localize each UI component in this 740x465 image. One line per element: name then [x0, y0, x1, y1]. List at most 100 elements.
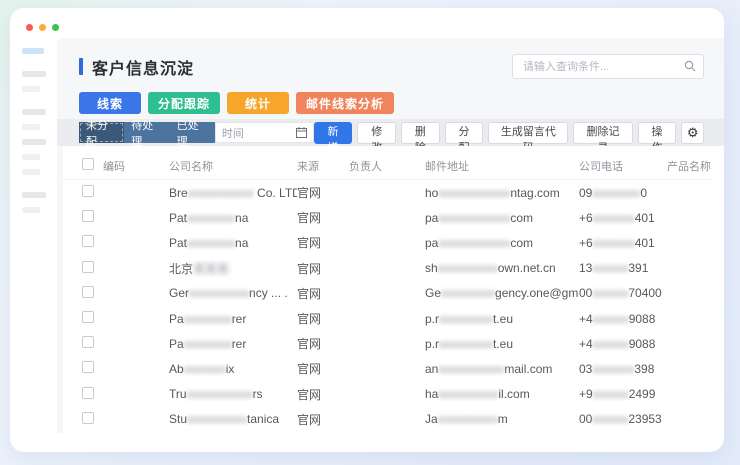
action-button-5[interactable]: 操作	[637, 121, 677, 154]
row-checkbox[interactable]	[82, 386, 94, 399]
sidebar-item-placeholder[interactable]	[22, 109, 46, 115]
redacted-text: xxxxxxxx	[187, 235, 236, 250]
redacted-text: xxxxxxxxxx	[437, 261, 498, 276]
status-filter-0[interactable]: 未分配	[79, 120, 125, 148]
phone-cell: +4xxxxxx9088	[579, 312, 667, 326]
select-all-checkbox[interactable]	[82, 158, 94, 170]
row-checkbox[interactable]	[82, 210, 94, 223]
sidebar-item-placeholder[interactable]	[22, 71, 46, 77]
table-row[interactable]: Paxxxxxxxxrer 官网 p.rxxxxxxxxxt.eu +4xxxxxx9…	[63, 331, 712, 356]
traffic-lights	[26, 24, 59, 31]
date-filter-input[interactable]: 时间	[214, 122, 314, 143]
action-button-3[interactable]: 生成留言代码	[488, 121, 569, 154]
search-input[interactable]	[512, 54, 704, 79]
source-cell: 官网	[297, 236, 322, 251]
action-button-0[interactable]: 修改	[357, 121, 397, 154]
tab-0[interactable]: 线索	[79, 92, 141, 114]
row-checkbox[interactable]	[82, 361, 94, 374]
minimize-window-icon[interactable]	[39, 24, 46, 31]
table-row[interactable]: Patxxxxxxxxna 官网 paxxxxxxxxxxxxcom +6xxxxxx…	[63, 205, 712, 230]
company-name-cell: Patxxxxxxxxna	[169, 211, 297, 225]
table-row[interactable]: Paxxxxxxxxrer 官网 p.rxxxxxxxxxt.eu +4xxxxxx9…	[63, 306, 712, 331]
table-row[interactable]: Abxxxxxxxix 官网 anxxxxxxxxxxxmail.com 03xxxx…	[63, 356, 712, 381]
action-button-2[interactable]: 分配	[444, 121, 484, 154]
action-button-4[interactable]: 删除记录	[573, 121, 633, 154]
cell-visible-text: 70400	[628, 286, 662, 301]
email-cell: paxxxxxxxxxxxxcom	[425, 211, 579, 225]
company-name-cell: Paxxxxxxxxrer	[169, 337, 297, 351]
cell-visible-text: 09	[579, 185, 593, 200]
redacted-text: xxxxxx	[592, 412, 629, 427]
table-row[interactable]: Stuxxxxxxxxxxtanica 官网 Jaxxxxxxxxxxm 00xxxx…	[63, 407, 712, 432]
table-header-row: 编码 公司名称 来源 负责人 邮件地址 公司电话 产品名称	[63, 152, 712, 180]
cell-visible-text: 398	[634, 361, 655, 376]
table-row[interactable]: Truxxxxxxxxxxxrs 官网 haxxxxxxxxxxil.com +9xx…	[63, 382, 712, 407]
close-window-icon[interactable]	[26, 24, 33, 31]
maximize-window-icon[interactable]	[52, 24, 59, 31]
column-header-2: 来源	[297, 160, 319, 173]
sidebar-item-placeholder[interactable]	[22, 169, 40, 175]
redacted-text: 某某某	[193, 261, 230, 276]
row-checkbox[interactable]	[82, 285, 94, 298]
tab-1[interactable]: 分配跟踪	[148, 92, 221, 114]
add-button[interactable]: 新增	[313, 121, 353, 154]
sidebar-item-placeholder[interactable]	[22, 207, 40, 213]
row-checkbox[interactable]	[82, 311, 94, 324]
tab-2[interactable]: 统计	[227, 92, 290, 114]
settings-gear-icon[interactable]: ⚙	[681, 121, 705, 144]
row-checkbox[interactable]	[82, 336, 94, 349]
cell-visible-text: 00	[579, 412, 593, 427]
phone-cell: 00xxxxxx70400	[579, 286, 667, 300]
row-checkbox-cell	[63, 235, 103, 250]
row-checkbox[interactable]	[82, 235, 94, 248]
table-row[interactable]: Gerxxxxxxxxxxncy ... . 官网 Gexxxxxxxxxgency…	[63, 281, 712, 306]
column-header-3: 负责人	[349, 160, 382, 173]
cell-visible-text: 2499	[628, 387, 656, 402]
cell-visible-text: rer	[231, 336, 247, 351]
cell-visible-text: na	[235, 210, 249, 225]
row-checkbox[interactable]	[82, 260, 94, 273]
row-checkbox-cell	[63, 185, 103, 200]
redacted-text: xxxxxxxxxxx	[438, 361, 505, 376]
source-cell: 官网	[297, 387, 322, 402]
phone-cell: 09xxxxxxxx0	[579, 186, 667, 200]
cell-visible-text: com	[510, 210, 534, 225]
cell-visible-text: 9088	[628, 336, 656, 351]
sidebar-item-placeholder[interactable]	[22, 139, 46, 145]
cell-visible-text: tanica	[247, 412, 280, 427]
email-cell: anxxxxxxxxxxxmail.com	[425, 362, 579, 376]
sidebar-item-placeholder[interactable]	[22, 154, 40, 160]
company-name-cell: Brexxxxxxxxxxx Co. LTD	[169, 186, 297, 200]
row-checkbox-cell	[63, 260, 103, 276]
redacted-text: xxxxxxx	[592, 361, 635, 376]
cell-visible-text: 13	[579, 261, 593, 276]
redacted-text: xxxxxx	[592, 387, 629, 402]
cell-visible-text: m	[497, 412, 508, 427]
sidebar-item-placeholder[interactable]	[22, 192, 46, 198]
cell-visible-text: p.r	[425, 311, 440, 326]
table-row[interactable]: Brexxxxxxxxxxx Co. LTD 官网 hoxxxxxxxxxxxxnt…	[63, 180, 712, 205]
column-header-6: 产品名称	[667, 160, 711, 173]
redacted-text: xxxxxx	[592, 311, 629, 326]
title-accent-bar	[79, 58, 83, 75]
cell-visible-text: ntag.com	[510, 185, 560, 200]
status-filter-1[interactable]: 待处理	[124, 120, 170, 148]
status-filter-2[interactable]: 已处理	[169, 120, 215, 148]
sidebar-item-active[interactable]	[22, 48, 44, 54]
sidebar-item-placeholder[interactable]	[22, 86, 40, 92]
title-wrap: 客户信息沉淀	[79, 55, 194, 79]
cell-visible-text: 23953	[628, 412, 662, 427]
row-checkbox-cell	[63, 285, 103, 301]
tab-3[interactable]: 邮件线索分析	[296, 92, 395, 114]
redacted-text: xxxxxxxxx	[439, 336, 494, 351]
table-row[interactable]: Patxxxxxxxxna 官网 paxxxxxxxxxxxxcom +6xxxxxx…	[63, 230, 712, 255]
search-icon[interactable]	[684, 60, 696, 72]
action-button-1[interactable]: 删除	[401, 121, 440, 154]
row-checkbox[interactable]	[82, 185, 94, 198]
sidebar-item-placeholder[interactable]	[22, 124, 40, 130]
company-name-cell: Stuxxxxxxxxxxtanica	[169, 412, 297, 426]
row-checkbox[interactable]	[82, 411, 94, 424]
row-checkbox-cell	[63, 411, 103, 427]
cell-visible-text: Bre	[169, 185, 188, 200]
table-row[interactable]: 北京某某某 官网 shxxxxxxxxxxown.net.cn 13xxxxxx391	[63, 256, 712, 281]
